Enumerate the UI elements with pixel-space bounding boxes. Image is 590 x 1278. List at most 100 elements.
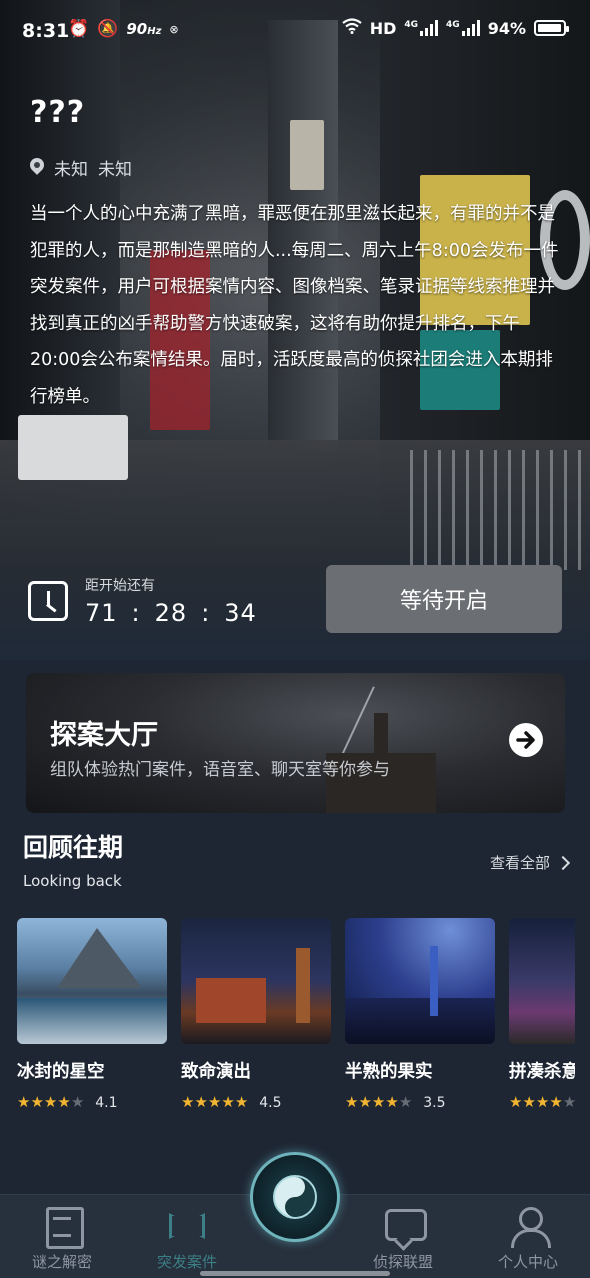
- case-card-title: 冰封的星空: [17, 1062, 105, 1082]
- nav-label: 侦探联盟: [372, 1253, 433, 1271]
- case-card[interactable]: 致命演出 ★★★★★ 4.5: [181, 918, 331, 1111]
- alarm-icon: ⏰: [68, 19, 90, 39]
- countdown-text: 距开始还有 71:28:34: [85, 575, 257, 627]
- person-icon: [508, 1207, 551, 1248]
- location-secondary: 未知: [98, 160, 132, 180]
- rating: ★★★★★ 4.1: [17, 1095, 167, 1112]
- star-rating-icons: ★★★★★: [17, 1095, 84, 1111]
- countdown: 距开始还有 71:28:34: [28, 575, 257, 627]
- case-title: ???: [30, 95, 86, 130]
- star-icon: ★: [358, 1093, 372, 1111]
- case-thumbnail: [181, 918, 331, 1044]
- countdown-hours: 71: [85, 599, 118, 627]
- countdown-minutes: 28: [154, 599, 188, 627]
- nav-label: 谜之解密: [31, 1253, 92, 1271]
- case-thumbnail: [17, 918, 167, 1044]
- view-all-link[interactable]: 查看全部: [489, 852, 571, 873]
- arrow-right-icon[interactable]: [509, 723, 543, 757]
- explore-hall-banner[interactable]: 探案大厅 组队体验热门案件，语音室、聊天室等你参与: [26, 673, 565, 813]
- case-description: 当一个人的心中充满了黑暗，罪恶便在那里滋长起来，有罪的并不是犯罪的人，而是那制造…: [30, 204, 559, 407]
- signal-icon: 4G: [404, 20, 439, 36]
- star-icon: ★: [535, 1093, 550, 1111]
- document-icon: [42, 1207, 84, 1249]
- location-primary: 未知: [54, 160, 88, 180]
- countdown-time: 71:28:34: [85, 599, 257, 627]
- home-indicator[interactable]: [200, 1271, 390, 1276]
- section-subtitle: Looking back: [23, 872, 122, 890]
- nav-item-detective-league[interactable]: 侦探联盟: [348, 1207, 458, 1272]
- notification-icon: ⊗: [169, 22, 179, 36]
- battery-icon: [534, 20, 569, 36]
- nav-label: 个人中心: [497, 1253, 558, 1271]
- truck: [18, 415, 128, 480]
- star-icon: ★: [345, 1093, 359, 1111]
- rating: ★★★★★ 4.5: [181, 1095, 331, 1112]
- case-card-title: 拼凑杀意: [509, 1062, 575, 1082]
- fence: [410, 450, 590, 570]
- countdown-separator: :: [131, 599, 141, 627]
- status-icons-right: HD 4G 4G 94%: [342, 18, 569, 38]
- star-icon: ★: [57, 1093, 71, 1111]
- past-cases-carousel[interactable]: 冰封的星空 ★★★★★ 4.1 致命演出 ★★★★★ 4.5 半熟的果实 ★★★…: [17, 918, 575, 1118]
- rating-value: 4.5: [259, 1095, 282, 1111]
- clock-icon: [28, 581, 68, 621]
- case-card[interactable]: 冰封的星空 ★★★★★ 4.1: [17, 918, 167, 1111]
- wait-open-button[interactable]: 等待开启: [326, 565, 562, 633]
- star-rating-icons: ★★★★★: [181, 1095, 248, 1111]
- explore-hall-title: 探案大厅: [50, 720, 158, 751]
- star-icon: ★: [43, 1093, 58, 1111]
- star-icon: ★: [181, 1093, 195, 1111]
- battery-level: [538, 24, 561, 32]
- chevron-right-icon: [555, 855, 571, 870]
- star-icon: ★: [17, 1093, 31, 1111]
- case-card-title: 致命演出: [181, 1062, 251, 1082]
- signal-icon: 4G: [446, 20, 480, 36]
- battery-percent: 94%: [487, 18, 526, 38]
- star-icon: ★: [562, 1093, 575, 1111]
- status-bar: 8:31 ⏰ 🔕 90Hz ⊗ HD 4G 4G 94%: [0, 0, 590, 60]
- star-icon: ★: [30, 1093, 44, 1111]
- refresh-rate: 90Hz: [126, 20, 162, 38]
- mute-icon: 🔕: [97, 19, 119, 39]
- case-thumbnail: [509, 918, 575, 1044]
- status-time: 8:31: [22, 20, 70, 42]
- location-pin-icon: [30, 158, 44, 178]
- star-icon: ★: [509, 1093, 523, 1111]
- section-title: 回顾往期: [23, 833, 124, 862]
- countdown-label: 距开始还有: [85, 578, 155, 594]
- star-icon: ★: [207, 1093, 222, 1111]
- star-icon: ★: [70, 1093, 85, 1111]
- countdown-seconds: 34: [224, 599, 257, 627]
- wifi-icon: [342, 18, 362, 38]
- star-icon: ★: [522, 1093, 536, 1111]
- case-card[interactable]: 半熟的果实 ★★★★★ 3.5: [345, 918, 495, 1111]
- chat-icon: [383, 1207, 427, 1243]
- lightning-graphic: [339, 686, 375, 760]
- nav-label: 突发案件: [156, 1253, 217, 1271]
- rating-value: 3.5: [423, 1095, 446, 1111]
- star-icon: ★: [234, 1093, 249, 1111]
- explore-hall-subtitle: 组队体验热门案件，语音室、聊天室等你参与: [50, 760, 390, 780]
- case-thumbnail: [345, 918, 495, 1044]
- case-card-title: 半熟的果实: [345, 1062, 433, 1082]
- star-icon: ★: [371, 1093, 386, 1111]
- center-home-button[interactable]: [250, 1152, 340, 1242]
- countdown-separator: :: [201, 599, 211, 627]
- star-rating-icons: ★★★★★: [509, 1095, 575, 1111]
- case-location: 未知 未知: [30, 155, 132, 180]
- rating-value: 4.1: [95, 1095, 118, 1111]
- yin-yang-icon: [273, 1175, 317, 1219]
- star-rating-icons: ★★★★★: [345, 1095, 412, 1111]
- case-card[interactable]: 拼凑杀意 ★★★★★: [509, 918, 575, 1111]
- status-icons-left: ⏰ 🔕 90Hz ⊗: [68, 19, 179, 39]
- star-icon: ★: [194, 1093, 208, 1111]
- star-icon: ★: [221, 1093, 235, 1111]
- billboard: [290, 120, 324, 190]
- nav-item-puzzle[interactable]: 谜之解密: [7, 1207, 117, 1272]
- nav-item-emergency-case[interactable]: 突发案件: [132, 1207, 242, 1272]
- bowtie-icon: [167, 1207, 207, 1243]
- star-icon: ★: [398, 1093, 413, 1111]
- hd-label: HD: [369, 18, 397, 38]
- view-all-label: 查看全部: [489, 854, 550, 872]
- nav-item-profile[interactable]: 个人中心: [473, 1207, 583, 1272]
